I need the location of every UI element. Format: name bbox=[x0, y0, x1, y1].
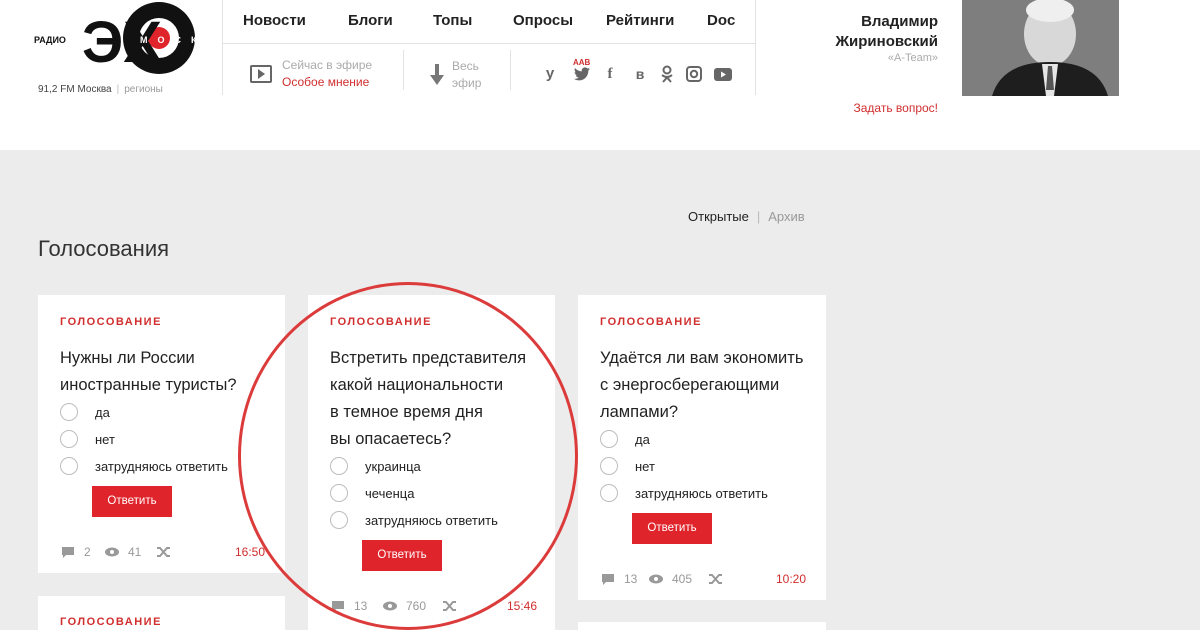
divider bbox=[510, 50, 511, 90]
twitter-icon[interactable] bbox=[572, 64, 592, 84]
host-portrait-image bbox=[962, 0, 1119, 96]
divider bbox=[222, 0, 223, 95]
site-header: ЭX РАДИО МОСКВЫ 91,2 FM Москва | регионы Н… bbox=[0, 0, 1200, 150]
play-icon[interactable] bbox=[250, 65, 272, 83]
poll-stats: 2 41 16:50 bbox=[60, 545, 270, 561]
poll-tag: Голосование bbox=[600, 316, 702, 328]
facebook-icon[interactable]: f bbox=[600, 64, 620, 84]
poll-tag: Голосование bbox=[60, 616, 162, 628]
poll-time: 16:50 bbox=[235, 545, 266, 559]
nav-item-news[interactable]: Новости bbox=[243, 12, 306, 29]
radio-button[interactable] bbox=[600, 484, 618, 502]
view-count: 405 bbox=[672, 572, 693, 586]
submit-vote-button[interactable]: Ответить bbox=[362, 540, 442, 571]
radio-button[interactable] bbox=[600, 457, 618, 475]
divider bbox=[403, 50, 404, 90]
comment-icon bbox=[602, 574, 614, 585]
vk-icon[interactable]: в bbox=[630, 64, 650, 84]
poll-tag: Голосование bbox=[330, 316, 432, 328]
poll-question: Нужны ли России иностранные туристы? bbox=[60, 349, 237, 394]
nav-item-polls[interactable]: Опросы bbox=[513, 12, 573, 29]
comment-icon bbox=[332, 601, 344, 612]
poll-tag: Голосование bbox=[60, 316, 162, 328]
eye-icon bbox=[105, 547, 119, 557]
option-label[interactable]: нет bbox=[95, 432, 115, 447]
filter-archive-tab[interactable]: Архив bbox=[768, 209, 804, 224]
comment-count: 2 bbox=[84, 545, 91, 559]
host-show-name: «A-Team» bbox=[887, 52, 938, 64]
poll-stats: 13 760 15:46 bbox=[330, 599, 540, 615]
echo-moskvy-logo[interactable]: ЭX РАДИО МОСКВЫ bbox=[32, 2, 232, 82]
radio-button[interactable] bbox=[60, 430, 78, 448]
youtube-icon[interactable] bbox=[713, 64, 733, 84]
instagram-icon[interactable] bbox=[684, 64, 704, 84]
nav-item-doc[interactable]: Doc bbox=[707, 12, 735, 29]
option-label[interactable]: чеченца bbox=[365, 486, 414, 501]
shuffle-icon[interactable] bbox=[708, 572, 724, 586]
host-photo bbox=[962, 0, 1119, 96]
poll-card: Голосование Удаётся ли вам экономить с э… bbox=[578, 295, 826, 600]
poll-question: Встретить представителя какой национальн… bbox=[330, 349, 527, 448]
nav-item-blogs[interactable]: Блоги bbox=[348, 12, 393, 29]
option-label[interactable]: затрудняюсь ответить bbox=[365, 513, 498, 528]
nav-item-ratings[interactable]: Рейтинги bbox=[606, 12, 674, 29]
radio-button[interactable] bbox=[330, 511, 348, 529]
radio-button[interactable] bbox=[60, 457, 78, 475]
frequency-text: 91,2 FM Москва bbox=[38, 84, 112, 95]
poll-filters: Открытые | Архив bbox=[688, 209, 805, 224]
radio-button[interactable] bbox=[330, 457, 348, 475]
option-label[interactable]: нет bbox=[635, 459, 655, 474]
poll-card: Голосование bbox=[38, 596, 285, 630]
filter-open-tab[interactable]: Открытые bbox=[688, 209, 749, 224]
poll-card: Голосование Нужны ли России иностранные … bbox=[38, 295, 285, 573]
comment-icon bbox=[62, 547, 74, 558]
divider bbox=[222, 43, 756, 44]
option-label[interactable]: да bbox=[635, 432, 650, 447]
eye-icon bbox=[383, 601, 397, 611]
radio-button[interactable] bbox=[330, 484, 348, 502]
shuffle-icon[interactable] bbox=[156, 545, 172, 559]
svg-text:РАДИО: РАДИО bbox=[34, 35, 66, 45]
regions-link[interactable]: регионы bbox=[124, 84, 163, 95]
poll-card: Голосование Встретить представителя како… bbox=[308, 295, 555, 627]
svg-text:МОСКВЫ: МОСКВЫ bbox=[140, 35, 232, 45]
view-count: 760 bbox=[406, 599, 427, 613]
submit-vote-button[interactable]: Ответить bbox=[92, 486, 172, 517]
submit-vote-button[interactable]: Ответить bbox=[632, 513, 712, 544]
option-label[interactable]: затрудняюсь ответить bbox=[635, 486, 768, 501]
host-name[interactable]: Владимир Жириновский bbox=[738, 12, 938, 52]
comment-count: 13 bbox=[354, 599, 368, 613]
page-title: Голосования bbox=[38, 236, 170, 261]
on-air-label: Сейчас в эфире bbox=[282, 58, 373, 72]
frequency-line: 91,2 FM Москва | регионы bbox=[38, 84, 163, 95]
ask-question-link[interactable]: Задать вопрос! bbox=[738, 101, 938, 115]
view-count: 41 bbox=[128, 545, 142, 559]
radio-button[interactable] bbox=[60, 403, 78, 421]
comment-count: 13 bbox=[624, 572, 638, 586]
on-air-show-link[interactable]: Особое мнение bbox=[282, 75, 369, 89]
option-label[interactable]: затрудняюсь ответить bbox=[95, 459, 228, 474]
option-label[interactable]: украинца bbox=[365, 459, 421, 474]
poll-question: Удаётся ли вам экономить с энергосберега… bbox=[600, 349, 804, 421]
option-label[interactable]: да bbox=[95, 405, 110, 420]
eye-icon bbox=[649, 574, 663, 584]
yandex-icon[interactable]: y bbox=[540, 64, 560, 84]
archive-label[interactable]: Весь эфир bbox=[452, 58, 492, 92]
nav-item-tops[interactable]: Топы bbox=[433, 12, 472, 29]
shuffle-icon[interactable] bbox=[442, 599, 458, 613]
odnoklassniki-icon[interactable] bbox=[657, 64, 677, 84]
radio-button[interactable] bbox=[600, 430, 618, 448]
poll-stats: 13 405 10:20 bbox=[600, 572, 810, 588]
poll-time: 15:46 bbox=[507, 599, 538, 613]
download-arrow-icon bbox=[430, 64, 444, 85]
poll-time: 10:20 bbox=[776, 572, 807, 586]
poll-card bbox=[578, 622, 826, 630]
